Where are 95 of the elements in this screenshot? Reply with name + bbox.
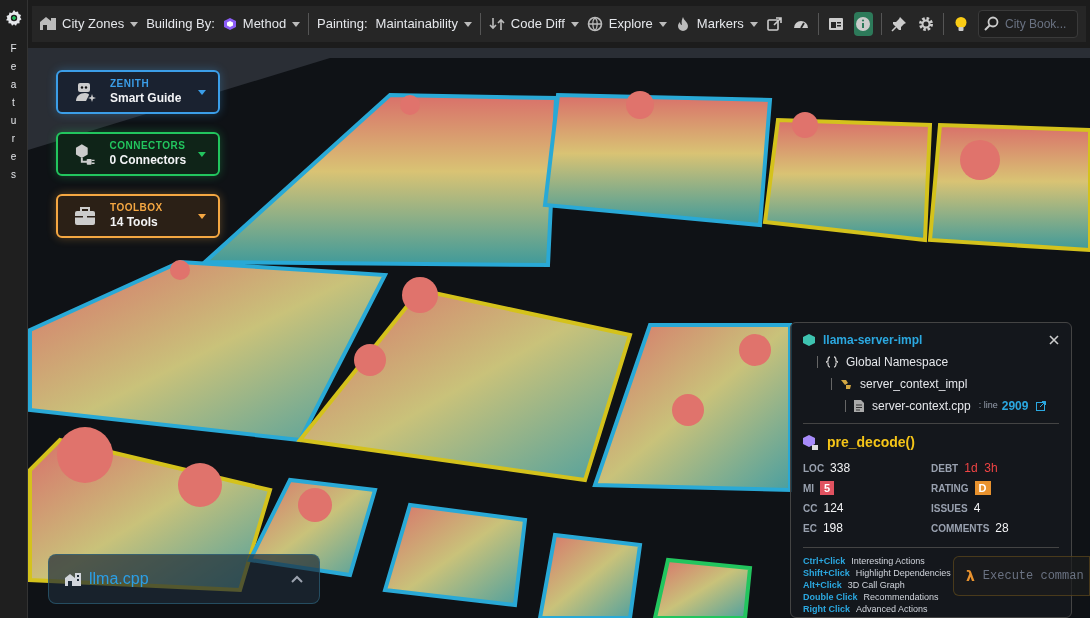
caret-icon <box>292 21 301 27</box>
building-dome <box>739 334 771 366</box>
shortcut-action: Recommendations <box>863 592 939 603</box>
building-dome <box>178 463 222 507</box>
globe-icon <box>586 16 603 32</box>
panel-card[interactable]: TOOLBOX 14 Tools <box>56 194 220 238</box>
building-dome <box>57 427 113 483</box>
metric-badge: D <box>974 481 991 495</box>
caret-icon <box>198 89 206 95</box>
menu-label: Painting: <box>317 15 368 34</box>
metric-label: EC <box>803 521 817 536</box>
building-dome <box>960 140 1000 180</box>
lambda-icon: λ <box>966 565 975 587</box>
metric-label: DEBT <box>931 461 959 476</box>
cube-icon <box>803 334 815 346</box>
metric-label: CC <box>803 501 818 516</box>
dropdown-button[interactable]: Explore <box>586 14 667 34</box>
shortcut-key: Ctrl+Click <box>803 556 846 567</box>
metric-label: COMMENTS <box>931 521 990 536</box>
close-icon[interactable] <box>1049 335 1059 345</box>
building-dome <box>402 277 438 313</box>
dropdown-button[interactable]: City Zones <box>40 14 139 34</box>
search-icon <box>984 16 999 31</box>
metric-label: MI <box>803 481 815 496</box>
external-link-icon[interactable] <box>1036 401 1047 411</box>
command-field[interactable]: λ Execute comman <box>953 556 1090 596</box>
building-dome <box>298 488 332 522</box>
metric-badge: 5 <box>820 481 835 495</box>
command-placeholder: Execute comman <box>982 568 1084 585</box>
caret-icon <box>749 21 758 27</box>
caret-icon <box>463 21 472 27</box>
plug-icon <box>74 143 98 165</box>
braces-icon <box>826 356 838 368</box>
metric-value: 198 <box>822 520 843 537</box>
shortcut-action: 3D Call Graph <box>847 580 905 591</box>
settings-icon <box>917 16 934 32</box>
building-icon <box>40 16 56 32</box>
building-icon <box>65 572 81 586</box>
caret-icon <box>570 21 579 27</box>
caret-icon <box>130 21 139 27</box>
metric-label: ISSUES <box>931 501 968 516</box>
caret-icon <box>658 21 667 27</box>
panel-card[interactable]: ZENITH Smart Guide <box>56 70 220 114</box>
metric-value: 28 <box>995 520 1009 537</box>
building-dome <box>400 95 420 115</box>
cube-lock-icon <box>803 434 819 451</box>
building-dome <box>626 91 654 119</box>
dropdown-button[interactable]: Maintainability <box>375 14 472 34</box>
metric-value: 1d 3h <box>964 460 998 477</box>
chevron-up-icon[interactable] <box>291 575 303 583</box>
search-field[interactable]: City Book... <box>978 10 1078 38</box>
shortcut-key: Alt+Click <box>803 580 842 591</box>
metric-label: LOC <box>803 461 825 476</box>
shortcut-action: Interesting Actions <box>851 556 925 567</box>
cube-icon <box>222 17 237 31</box>
line-label: : line <box>978 399 998 413</box>
shortcut-key: Double Click <box>803 592 858 603</box>
line-number-link[interactable]: 2909 <box>1001 397 1029 415</box>
function-name: pre_decode() <box>827 433 915 452</box>
dropdown-button[interactable]: Code Diff <box>488 14 579 34</box>
dropdown-button[interactable]: Markers <box>674 14 758 34</box>
toolbar-button[interactable] <box>853 12 874 36</box>
swap-icon <box>488 16 505 32</box>
info-icon <box>855 16 872 32</box>
shortcut-key: Shift+Click <box>803 568 850 579</box>
window-icon <box>828 16 845 32</box>
metric-value: 124 <box>823 500 844 517</box>
metric-value: 338 <box>830 460 851 477</box>
tree-item[interactable]: server_context_impl <box>860 375 968 393</box>
building-dome <box>170 260 190 280</box>
panel-card[interactable]: CONNECTORS 0 Connectors <box>56 132 220 176</box>
pin-icon <box>891 16 908 32</box>
caret-icon <box>198 151 206 157</box>
project-name: llma.cpp <box>89 569 149 589</box>
shortcut-action: Advanced Actions <box>856 604 928 615</box>
metric-value: 4 <box>973 500 981 517</box>
external-link-icon <box>766 16 783 32</box>
toolbox-icon <box>74 205 98 227</box>
robot-icon <box>74 81 98 103</box>
shortcut-key: Right Click <box>803 604 850 615</box>
caret-icon <box>198 213 206 219</box>
class-icon <box>840 378 852 390</box>
building-dome <box>672 394 704 426</box>
menu-label: Building By: <box>146 15 215 34</box>
building-dome <box>792 112 818 138</box>
metric-label: RATING <box>931 481 969 496</box>
lightbulb-icon <box>952 16 969 32</box>
features-tab[interactable]: Features <box>10 40 17 184</box>
dropdown-button[interactable]: Method <box>222 14 301 34</box>
project-link[interactable]: llama-server-impl <box>823 331 923 349</box>
tree-item[interactable]: Global Namespace <box>846 353 949 371</box>
file-icon <box>854 400 864 412</box>
building-dome <box>354 344 386 376</box>
tree-item[interactable]: server-context.cpp <box>872 397 971 415</box>
shortcut-action: Highlight Dependencies <box>855 568 951 579</box>
